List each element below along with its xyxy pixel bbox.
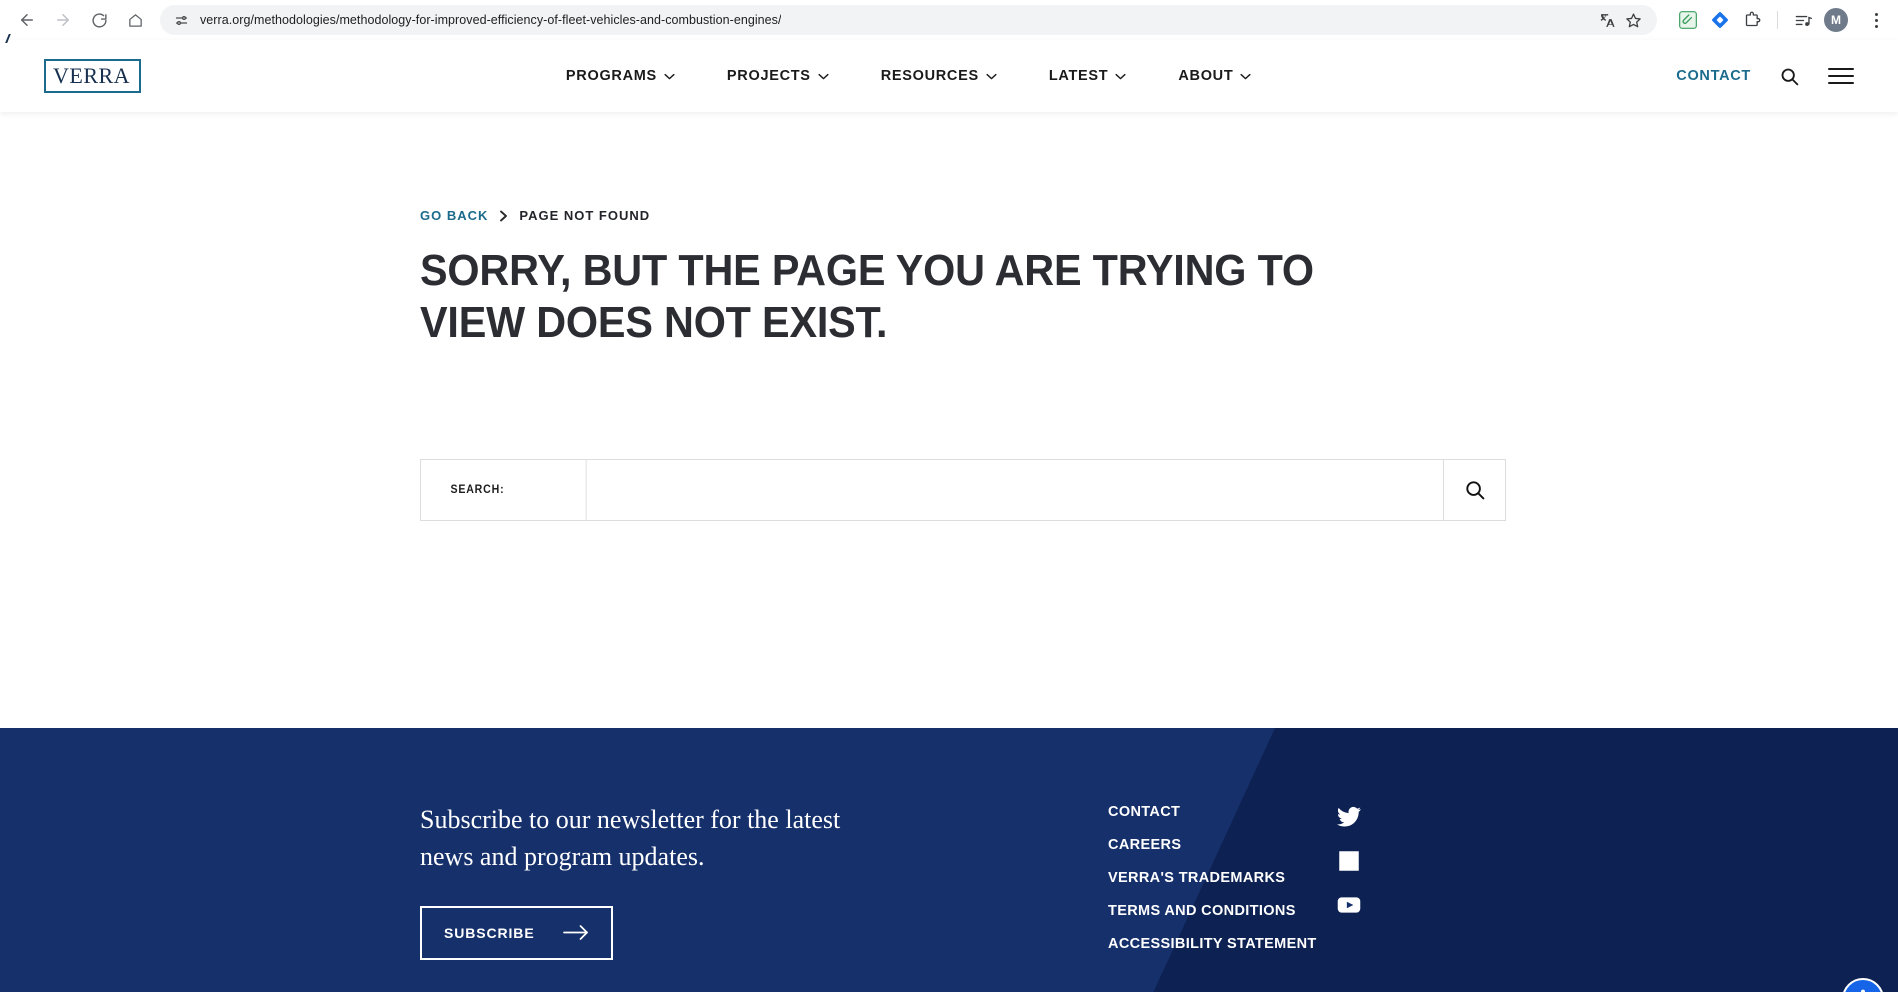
hamburger-menu-icon[interactable] (1827, 68, 1854, 84)
search-block: SEARCH: (420, 458, 1506, 521)
search-form: SEARCH: (420, 458, 1506, 521)
twitter-icon[interactable] (1336, 804, 1362, 830)
youtube-icon[interactable] (1336, 892, 1362, 918)
newsletter-heading: Subscribe to our newsletter for the late… (420, 805, 841, 871)
media-playlist-icon[interactable] (1792, 9, 1814, 31)
footer-link-contact[interactable]: CONTACT (1108, 802, 1318, 822)
page-main: GO BACK PAGE NOT FOUND SORRY, BUT THE PA… (0, 112, 1898, 728)
main-navigation: PROGRAMS PROJECTS RESOURCES LATEST ABOUT (566, 68, 1252, 84)
chevron-down-icon (1115, 73, 1126, 79)
breadcrumb-go-back-link[interactable]: GO BACK (420, 208, 488, 223)
footer-link-accessibility-statement[interactable]: ACCESSIBILITY STATEMENT (1108, 934, 1318, 954)
search-submit-button[interactable] (1443, 459, 1505, 520)
subscribe-button[interactable]: SUBSCRIBE (420, 905, 613, 960)
home-button[interactable] (118, 3, 152, 37)
breadcrumb-current: PAGE NOT FOUND (519, 208, 651, 223)
nav-label: LATEST (1048, 68, 1109, 84)
nav-item-resources[interactable]: RESOURCES (881, 68, 997, 84)
browser-toolbar: verra.org/methodologies/methodology-for-… (0, 0, 1898, 40)
verra-logo[interactable]: VERRA (5, 34, 142, 93)
tune-icon[interactable] (172, 11, 190, 29)
footer-links: CONTACT CAREERS VERRA'S TRADEMARKS TERMS… (1108, 802, 1318, 992)
chrome-menu-icon[interactable] (1864, 6, 1888, 34)
bookmark-star-icon[interactable] (1621, 8, 1645, 32)
chevron-down-icon (1240, 73, 1251, 79)
reload-button[interactable] (82, 3, 116, 37)
subscribe-label: SUBSCRIBE (444, 924, 535, 941)
nav-item-latest[interactable]: LATEST (1049, 68, 1127, 84)
toolbar-divider (1777, 11, 1778, 29)
breadcrumb: GO BACK PAGE NOT FOUND (420, 208, 1478, 223)
chevron-down-icon (818, 73, 829, 79)
extensions-group: M (1677, 6, 1888, 34)
footer-link-verras-trademarks[interactable]: VERRA'S TRADEMARKS (1108, 868, 1318, 888)
chevron-down-icon (664, 73, 675, 79)
profile-avatar[interactable]: M (1824, 8, 1848, 32)
arrow-right-icon (562, 925, 588, 941)
nav-label: PROGRAMS (565, 68, 657, 84)
clipboard-extension-icon[interactable] (1677, 9, 1699, 31)
address-bar[interactable]: verra.org/methodologies/methodology-for-… (160, 5, 1657, 35)
search-icon[interactable] (1779, 66, 1800, 87)
header-contact-link[interactable]: CONTACT (1676, 68, 1751, 84)
logo-text: VERRA (53, 63, 131, 88)
linkedin-icon[interactable] (1336, 848, 1362, 874)
nav-item-projects[interactable]: PROJECTS (727, 68, 829, 84)
forward-button[interactable] (46, 3, 80, 37)
diamond-extension-icon[interactable] (1709, 9, 1731, 31)
site-header: VERRA PROGRAMS PROJECTS RESOURCES LATEST… (0, 34, 1898, 112)
logo-check-mark-icon (5, 34, 20, 43)
nav-label: RESOURCES (880, 68, 979, 84)
header-actions: CONTACT (1676, 66, 1854, 87)
nav-item-programs[interactable]: PROGRAMS (566, 68, 675, 84)
nav-label: ABOUT (1178, 68, 1234, 84)
footer-link-careers[interactable]: CAREERS (1108, 835, 1318, 855)
page-title: SORRY, BUT THE PAGE YOU ARE TRYING TO VI… (420, 246, 1314, 347)
url-text: verra.org/methodologies/methodology-for-… (200, 13, 782, 27)
footer-link-terms-and-conditions[interactable]: TERMS AND CONDITIONS (1108, 901, 1318, 921)
chevron-right-icon (500, 210, 508, 221)
nav-label: PROJECTS (726, 68, 811, 84)
search-label: SEARCH: (421, 459, 587, 520)
back-button[interactable] (10, 3, 44, 37)
footer-social-links (1336, 802, 1362, 992)
footer-newsletter: Subscribe to our newsletter for the late… (420, 802, 1060, 992)
accessibility-person-icon (1861, 989, 1865, 992)
nav-item-about[interactable]: ABOUT (1178, 68, 1251, 84)
search-input[interactable] (601, 459, 1443, 520)
search-icon (1465, 481, 1484, 500)
puzzle-extensions-icon[interactable] (1741, 9, 1763, 31)
translate-icon[interactable] (1595, 8, 1619, 32)
chevron-down-icon (986, 73, 997, 79)
site-footer: Subscribe to our newsletter for the late… (0, 728, 1898, 992)
